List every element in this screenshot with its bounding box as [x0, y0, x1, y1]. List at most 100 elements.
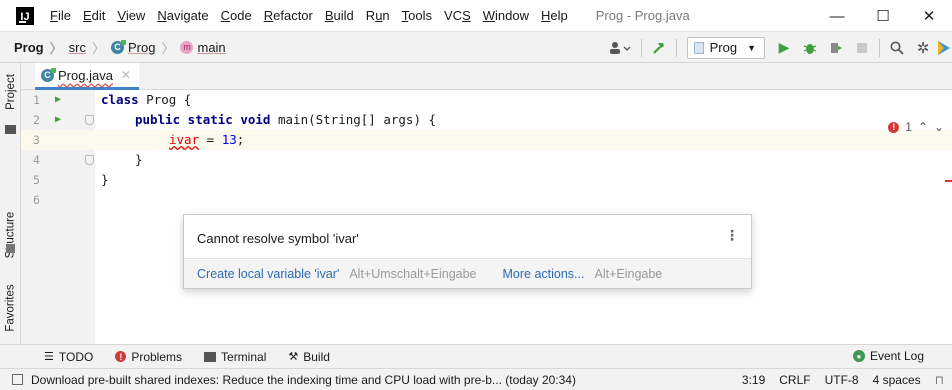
- menu-edit[interactable]: Edit: [77, 8, 111, 23]
- breadcrumb-separator: 〉: [49, 40, 63, 56]
- line-number-label: 6: [33, 193, 40, 207]
- event-log-label: Event Log: [869, 349, 924, 363]
- favorites-tool-tab[interactable]: Favorites: [0, 277, 21, 339]
- create-local-variable-link[interactable]: Create local variable 'ivar': [197, 267, 339, 281]
- editor-gutter: 1 ▶ 2 ▶ 3 4 5 6: [21, 90, 95, 344]
- lock-icon[interactable]: ⊓: [935, 373, 944, 387]
- line-number-label: 4: [33, 153, 40, 167]
- code-text: }: [101, 172, 109, 187]
- breadcrumb-project[interactable]: Prog 〉: [14, 38, 69, 57]
- keyword: class: [101, 92, 139, 107]
- error-message: Cannot resolve symbol 'ivar': [197, 231, 359, 246]
- menu-vcs[interactable]: VCS: [438, 8, 477, 23]
- menu-window[interactable]: Window: [477, 8, 535, 23]
- line-number-label: 2: [33, 113, 40, 127]
- debug-icon[interactable]: [797, 32, 823, 63]
- fix-shortcut: Alt+Umschalt+Eingabe: [349, 266, 477, 281]
- code-line: }: [95, 170, 952, 190]
- fold-icon[interactable]: [85, 115, 94, 125]
- close-tab-icon[interactable]: ✕: [121, 68, 131, 82]
- indent-setting[interactable]: 4 spaces: [873, 373, 921, 387]
- menu-navigate[interactable]: Navigate: [151, 8, 214, 23]
- line-number: 5: [21, 170, 95, 190]
- breadcrumb-class-label: Prog: [128, 39, 156, 55]
- coverage-icon[interactable]: [823, 32, 849, 63]
- breadcrumb-separator: 〉: [91, 40, 105, 56]
- line-number: 6: [21, 190, 95, 210]
- maximize-button[interactable]: ☐: [860, 0, 906, 32]
- chevron-down-icon[interactable]: ⌄: [934, 120, 944, 134]
- code-text: main(String[] args) {: [270, 112, 437, 127]
- project-tab-label: Project: [4, 74, 17, 110]
- chevron-down-icon: ▼: [747, 42, 756, 53]
- run-gutter-icon[interactable]: ▶: [55, 90, 61, 110]
- problems-tool-button[interactable]: ! Problems: [115, 350, 182, 364]
- run-gutter-icon[interactable]: ▶: [55, 110, 61, 130]
- line-number-label: 5: [33, 173, 40, 187]
- java-class-icon: C: [41, 67, 56, 82]
- line-number: 1 ▶: [21, 90, 95, 110]
- toolbar-divider: [879, 38, 880, 57]
- unresolved-symbol[interactable]: ivar: [169, 132, 199, 147]
- todo-tool-button[interactable]: ☰ TODO: [44, 350, 93, 364]
- structure-tool-tab[interactable]: Structure: [0, 203, 21, 267]
- chevron-up-icon[interactable]: ⌃: [918, 120, 928, 134]
- status-message[interactable]: Download pre-built shared indexes: Reduc…: [31, 373, 576, 387]
- menu-run[interactable]: Run: [360, 8, 396, 23]
- menu-code[interactable]: Code: [215, 8, 258, 23]
- toggle-tool-windows-icon[interactable]: [12, 374, 23, 385]
- search-icon[interactable]: [884, 32, 910, 63]
- code-text: }: [135, 152, 143, 167]
- toolbar-divider: [675, 38, 677, 57]
- breadcrumb-src-label: src: [68, 39, 86, 55]
- fold-icon[interactable]: [85, 155, 94, 165]
- hammer-icon: ⚒: [288, 351, 299, 363]
- event-log-button[interactable]: ● Event Log: [852, 349, 924, 363]
- terminal-tool-button[interactable]: Terminal: [204, 350, 266, 364]
- run-config-select[interactable]: Prog ▼: [686, 36, 765, 59]
- line-separator[interactable]: CRLF: [779, 373, 810, 387]
- code-line: public static void main(String[] args) {: [95, 110, 952, 130]
- run-icon[interactable]: ▶: [771, 32, 797, 63]
- build-tool-button[interactable]: ⚒ Build: [288, 350, 330, 364]
- error-count: 1: [905, 120, 912, 134]
- menu-help[interactable]: Help: [535, 8, 574, 23]
- error-tooltip-popup: Cannot resolve symbol 'ivar' ⋮ Create lo…: [183, 214, 752, 289]
- navigation-bar: Prog 〉 src 〉 C Prog 〉 m main Prog ▼ ▶ ✲: [0, 32, 952, 63]
- status-bar: Download pre-built shared indexes: Reduc…: [0, 368, 952, 390]
- build-label: Build: [303, 349, 330, 364]
- breadcrumb-class[interactable]: C Prog 〉: [111, 38, 180, 57]
- more-actions-link[interactable]: More actions...: [503, 267, 585, 281]
- menu-build[interactable]: Build: [319, 8, 360, 23]
- tool-window-bar: ☰ TODO ! Problems Terminal ⚒ Build ● Event L…: [0, 344, 952, 368]
- file-icon: [693, 41, 704, 54]
- stop-icon[interactable]: [849, 32, 875, 63]
- line-number: 2 ▶: [21, 110, 95, 130]
- error-stripe-mark[interactable]: [945, 180, 952, 182]
- add-user-icon[interactable]: [603, 32, 637, 63]
- menu-view[interactable]: View: [111, 8, 151, 23]
- more-options-icon[interactable]: ⋮: [725, 227, 739, 244]
- file-encoding[interactable]: UTF-8: [825, 373, 859, 387]
- close-button[interactable]: ✕: [906, 0, 952, 32]
- breadcrumb-src[interactable]: src 〉: [69, 38, 111, 57]
- caret-position[interactable]: 3:19: [742, 373, 765, 387]
- menu-tools[interactable]: Tools: [396, 8, 438, 23]
- minimize-button[interactable]: —: [814, 0, 860, 32]
- breadcrumb-method[interactable]: m main: [180, 40, 226, 55]
- structure-icon: [6, 244, 15, 253]
- build-hammer-icon[interactable]: [646, 32, 672, 63]
- menu-file[interactable]: File: [44, 8, 77, 23]
- todo-label: TODO: [58, 349, 94, 364]
- code-line: }: [95, 150, 952, 170]
- editor-tab-bar: C Prog.java ✕: [21, 63, 952, 90]
- problems-label: Problems: [131, 349, 183, 364]
- code-line: class Prog {: [95, 90, 952, 110]
- run-config-label: Prog: [709, 40, 738, 55]
- menu-refactor[interactable]: Refactor: [258, 8, 319, 23]
- toolbox-icon[interactable]: [936, 32, 952, 63]
- project-tool-tab[interactable]: Project: [0, 65, 21, 119]
- inspection-widget[interactable]: ! 1 ⌃ ⌄: [888, 120, 944, 134]
- gear-icon[interactable]: ✲: [910, 32, 936, 63]
- tab-prog-java[interactable]: C Prog.java ✕: [35, 63, 139, 90]
